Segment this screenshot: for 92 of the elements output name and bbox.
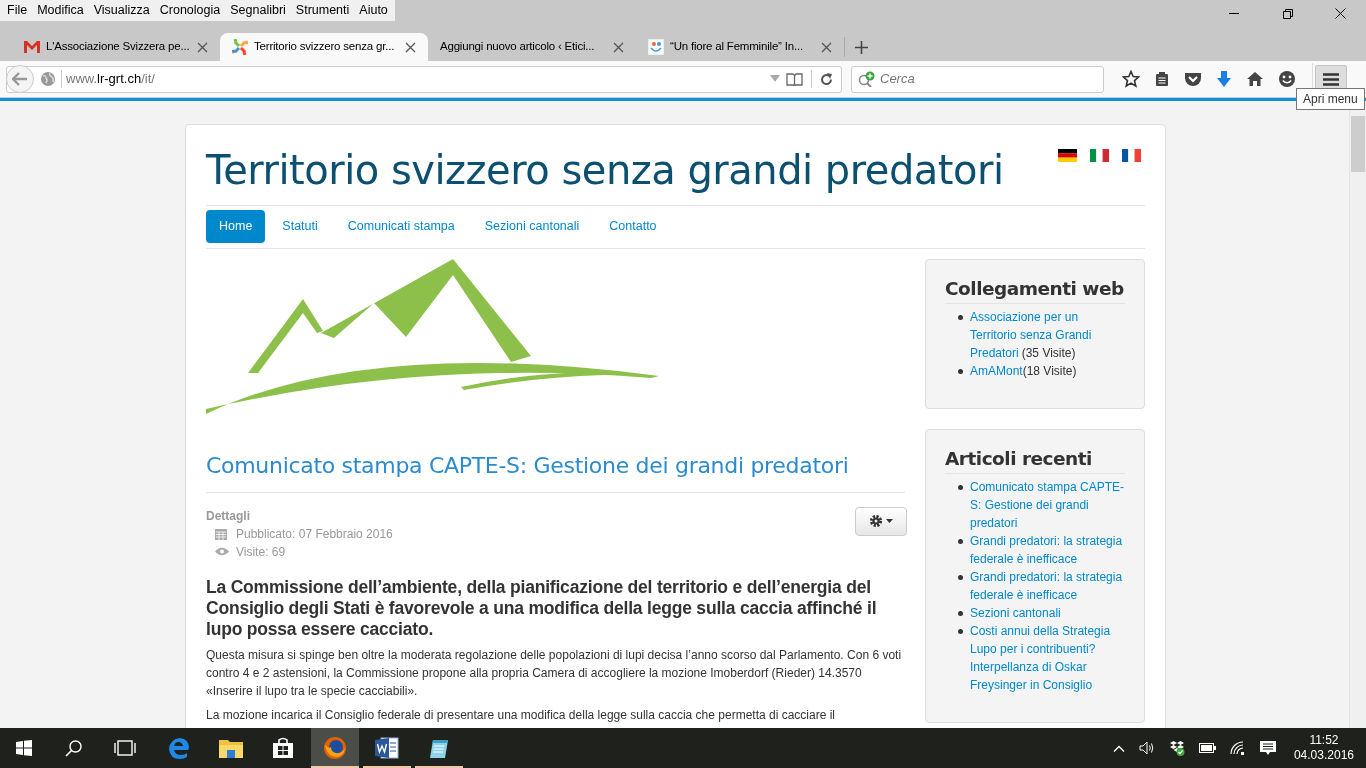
hamburger-menu-icon [1323,72,1339,86]
paragraph: Questa misura si spinge ben oltre la moderata regolazione delle popolazioni di lupi decisa l’anno scorso dal Parlamento. Con 6 voti contro 4 e 2 astensioni, la Commissione propone alla propria Camera di accogliere la mozione Imoberdorf (Rieder) 14.3570 «Inserire il lupo tra le specie cacciabili». [206,646,903,700]
arrow-left-icon [12,72,28,86]
details-label: Dettagli [206,507,251,525]
pinwheel-icon [232,39,248,55]
letter-e-icon [168,737,190,759]
eye-icon [215,547,229,557]
notification-icon[interactable] [1259,740,1276,756]
tab-title: Territorio svizzero senza gr... [254,39,396,55]
wifi-icon[interactable] [1229,741,1246,755]
task-view-icon[interactable] [114,740,136,756]
bullet-icon [958,314,963,320]
smiley-icon[interactable] [1278,70,1296,88]
battery-icon[interactable] [1198,743,1216,753]
caret-icon [886,519,893,524]
sidebar-link[interactable]: Costi annui della Strategia Lupo per i contribuenti? Interpellanza di Oskar Freysinger in Consiglio [970,621,1125,694]
menu-item[interactable]: Aiuto [354,0,393,22]
search-input[interactable]: Cerca [880,69,1103,89]
panel-heading: Articoli recenti [945,445,1125,474]
clock-time[interactable]: 11:52 [1309,733,1339,748]
search-add-icon[interactable] [858,71,876,87]
bullet-icon [958,368,963,374]
link-with-visit-count[interactable]: AmAMont(18 Visite) [970,361,1125,380]
notepad-icon [428,737,450,759]
menu-item[interactable]: Strumenti [290,0,355,22]
globe-icon[interactable] [40,71,56,87]
tab-title: “Un fiore al Femminile” In... [670,39,804,55]
article-title[interactable]: Comunicato stampa CAPTE-S: Gestione dei grandi predatori [206,448,905,493]
back-button[interactable] [6,65,34,93]
menu-item[interactable]: File [2,0,33,22]
settings-dropdown-button[interactable] [855,506,907,536]
document-w-icon [375,736,399,760]
browser-tab[interactable]: Territorio svizzero senza gr... [220,33,428,61]
bullet-icon [958,628,963,634]
site-title: Territorio svizzero senza grandi predatori [206,146,1004,195]
panel-heading: Collegamenti web [945,275,1125,304]
nav-link[interactable]: Comunicati stampa [334,210,468,243]
bullet-icon [958,484,963,490]
published-date: Pubblicato: 07 Febbraio 2016 [236,525,393,543]
download-icon[interactable] [1216,70,1232,88]
flag-icon[interactable] [1058,149,1077,162]
tab-title: L'Associazione Svizzera pe... [46,39,191,55]
bullet-icon [958,574,963,580]
smile-tile-icon [648,39,664,55]
link-with-visit-count[interactable]: Associazione per un Territorio senza Grandi Predatori (35 Visite) [970,307,1125,362]
tab-title: Aggiungi nuovo articolo ‹ Etici... [440,39,596,55]
search-icon[interactable] [65,739,82,757]
nav-link[interactable]: Contatto [596,210,670,243]
close-icon[interactable] [1335,8,1346,19]
nav-link[interactable]: Statuti [269,210,331,243]
menu-item[interactable]: Modifica [32,0,89,22]
new-tab-icon[interactable] [855,41,868,54]
sidebar-link[interactable]: Grandi predatori: la strategia federale è inefficace [970,567,1125,604]
menu-item[interactable]: Segnalibri [225,0,291,22]
browser-tab[interactable]: L'Associazione Svizzera pe... [12,33,220,61]
browser-tab[interactable]: “Un fiore al Femminile” In... [636,33,844,61]
clock-date[interactable]: 04.03.2016 [1293,748,1354,763]
bullet-icon [958,538,963,544]
calendar-icon [215,527,227,540]
gear-icon [869,514,883,529]
menu-item[interactable]: Visualizza [88,0,155,22]
flag-icon[interactable] [1122,149,1141,162]
close-icon[interactable] [405,41,416,53]
visit-count: Visite: 69 [236,543,286,561]
scrollbar-thumb[interactable] [1351,116,1365,172]
browser-globe-icon [323,736,347,760]
tooltip: Apri menu [1296,88,1365,110]
sidebar-link[interactable]: Grandi predatori: la strategia federale è inefficace [970,531,1125,568]
nav-link[interactable]: Home [206,210,266,243]
sidebar-link[interactable]: Sezioni cantonali [970,603,1125,622]
reader-view-icon[interactable] [786,72,803,86]
browser-tab[interactable]: Aggiungi nuovo articolo ‹ Etici... [428,33,636,61]
speaker-icon[interactable] [1138,741,1155,755]
bullet-icon [958,610,963,616]
restore-icon[interactable] [1283,9,1293,19]
paragraph: La mozione incarica il Consiglio federale di presentare una modifica della legge sulla caccia che permetta di cacciare il [206,706,836,724]
folder-icon [219,738,243,758]
windows-start-icon[interactable] [16,740,32,756]
home-icon[interactable] [1246,71,1264,87]
search-field[interactable]: Cerca [851,65,1104,93]
shopping-bag-icon [272,737,294,759]
star-icon[interactable] [1122,70,1140,88]
envelope-icon [24,41,40,53]
pocket-icon[interactable] [1184,71,1202,87]
article-lead: La Commissione dell’ambiente, della pianificazione del territorio e dell’energia del Consiglio degli Stati è favorevole a una modifica della legge sulla caccia affinché il lupo possa essere cacciato. [206,576,878,640]
reload-icon[interactable] [820,72,833,86]
reading-list-icon[interactable] [1154,71,1170,87]
sync-status-icon[interactable] [1168,740,1185,756]
sidebar-link[interactable]: Comunicato stampa CAPTE-S: Gestione dei grandi predatori [970,477,1125,532]
menu-item[interactable]: Cronologia [154,0,226,22]
chevron-up-icon[interactable] [1112,744,1125,752]
nav-link[interactable]: Sezioni cantonali [471,210,593,243]
